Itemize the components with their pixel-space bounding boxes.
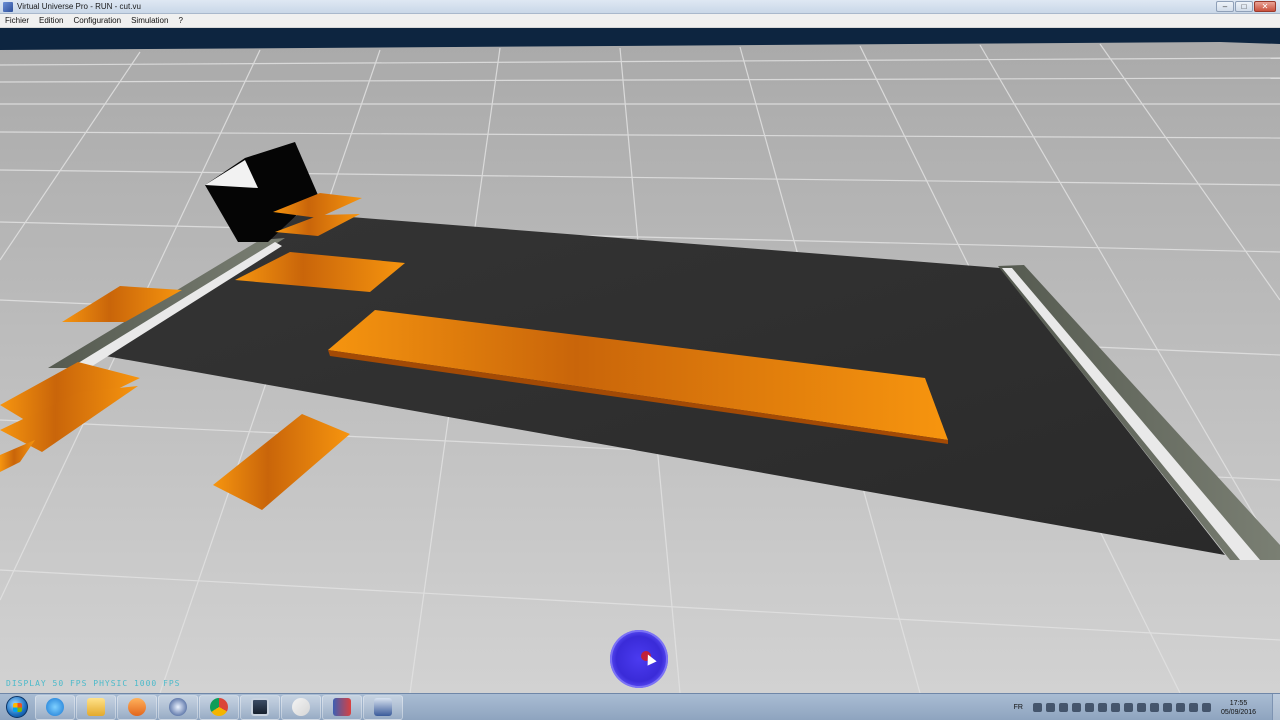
clock-time: 17:55: [1229, 699, 1248, 707]
tray-app-icon[interactable]: [1149, 703, 1159, 712]
taskbar-app-mail[interactable]: [158, 694, 198, 720]
menu-simulation[interactable]: Simulation: [126, 16, 173, 25]
taskbar-app-paint[interactable]: [281, 694, 321, 720]
system-tray: FR 17:55 05/09/2016: [1014, 694, 1280, 720]
tray-app-icon[interactable]: [1045, 703, 1055, 712]
click-indicator: [610, 630, 668, 688]
menu-fichier[interactable]: Fichier: [0, 16, 34, 25]
windows-logo-icon: [6, 696, 28, 718]
menu-bar: Fichier Edition Configuration Simulation…: [0, 14, 1280, 28]
book-icon: [333, 698, 351, 716]
app-icon: [3, 1, 13, 12]
window-title: Virtual Universe Pro - RUN - cut.vu: [17, 2, 141, 11]
paint-icon: [292, 698, 310, 716]
tray-app-icon[interactable]: [1097, 703, 1107, 712]
taskbar: FR 17:55 05/09/2016: [0, 693, 1280, 720]
flag-icon[interactable]: [1188, 703, 1198, 712]
folder-icon: [87, 698, 105, 716]
tray-app-icon[interactable]: [1058, 703, 1068, 712]
tray-app-icon[interactable]: [1136, 703, 1146, 712]
vu-icon: [374, 698, 392, 716]
bluetooth-icon[interactable]: [1162, 703, 1172, 712]
minimize-button[interactable]: –: [1216, 1, 1234, 12]
menu-edition[interactable]: Edition: [34, 16, 68, 25]
3d-viewport[interactable]: [0, 28, 1280, 693]
taskbar-app-manual[interactable]: [322, 694, 362, 720]
taskbar-app-ie[interactable]: [35, 694, 75, 720]
tray-app-icon[interactable]: [1071, 703, 1081, 712]
menu-help[interactable]: ?: [173, 16, 187, 25]
chrome-icon: [210, 698, 228, 716]
tray-app-icon[interactable]: [1110, 703, 1120, 712]
volume-icon[interactable]: [1201, 703, 1211, 712]
clock-date: 05/09/2016: [1220, 708, 1256, 716]
network-icon[interactable]: [1175, 703, 1185, 712]
monitor-icon: [251, 698, 269, 716]
scene-canvas[interactable]: [0, 28, 1280, 693]
taskbar-app-explorer[interactable]: [76, 694, 116, 720]
tray-app-icon[interactable]: [1084, 703, 1094, 712]
taskbar-app-virtual-universe[interactable]: [363, 694, 403, 720]
taskbar-app-media[interactable]: [117, 694, 157, 720]
show-desktop-button[interactable]: [1272, 694, 1280, 720]
title-bar: Virtual Universe Pro - RUN - cut.vu – □ …: [0, 0, 1280, 14]
taskbar-app-monitor[interactable]: [240, 694, 280, 720]
close-button[interactable]: ✕: [1254, 1, 1276, 12]
fps-readout: DISPLAY 50 FPS PHYSIC 1000 FPS: [6, 679, 181, 688]
language-indicator[interactable]: FR: [1014, 704, 1023, 711]
taskbar-app-chrome[interactable]: [199, 694, 239, 720]
tray-icons: [1032, 703, 1211, 712]
tray-app-icon[interactable]: [1032, 703, 1042, 712]
window-controls: – □ ✕: [1216, 1, 1276, 12]
maximize-button[interactable]: □: [1235, 1, 1253, 12]
mail-bird-icon: [169, 698, 187, 716]
ie-icon: [46, 698, 64, 716]
tray-app-icon[interactable]: [1123, 703, 1133, 712]
media-player-icon: [128, 698, 146, 716]
menu-configuration[interactable]: Configuration: [68, 16, 126, 25]
start-button[interactable]: [0, 694, 34, 720]
clock[interactable]: 17:55 05/09/2016: [1221, 699, 1256, 717]
